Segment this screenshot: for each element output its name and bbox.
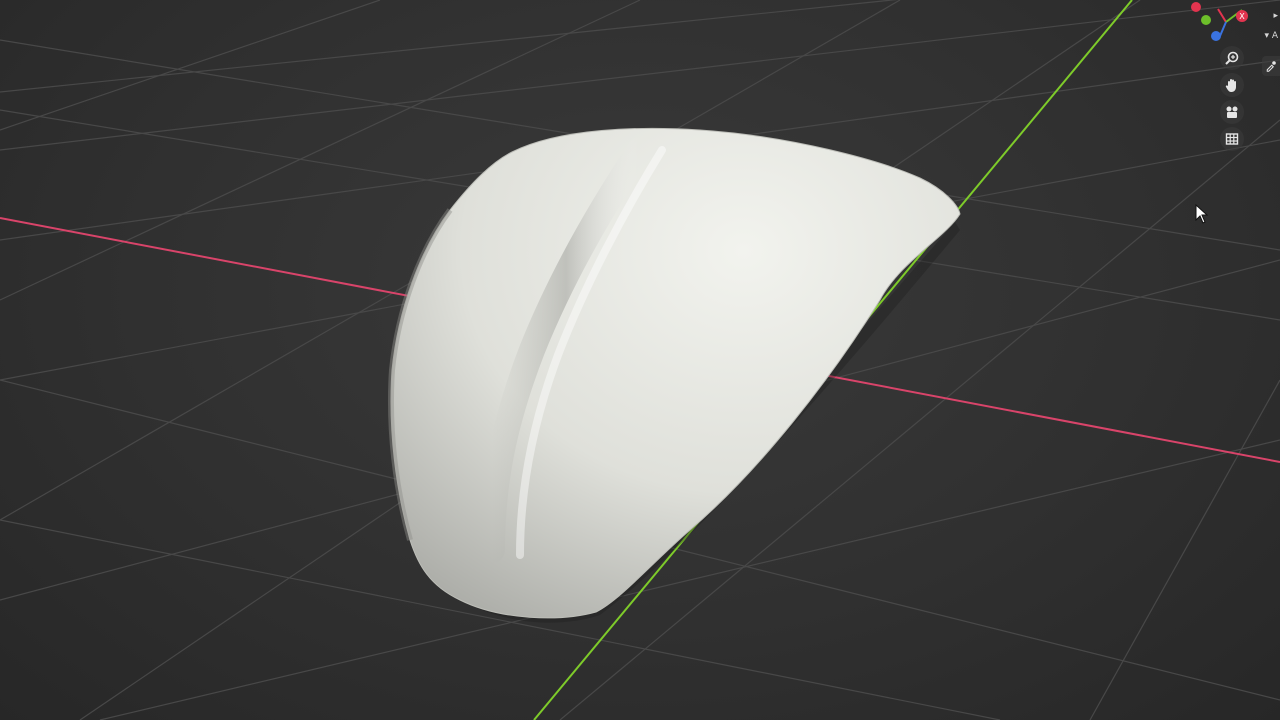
gizmo-x-axis [1217, 8, 1227, 23]
ortho-toggle-button[interactable] [1220, 127, 1244, 151]
grid-line [0, 0, 1280, 151]
sidebar-tab[interactable]: ▾ A [1260, 26, 1280, 46]
grid-ortho-icon [1225, 133, 1239, 145]
viewport-scene[interactable] [0, 0, 1280, 720]
sidebar-tabs[interactable]: ▸ ▾ A [1260, 6, 1280, 46]
3d-viewport[interactable]: X ▸ ▾ A [0, 0, 1280, 720]
gizmo-z-positive-handle [1211, 31, 1221, 41]
gizmo-x-negative-handle [1191, 2, 1201, 12]
gizmo-x-label: X [1239, 12, 1245, 21]
gizmo-z-axis [1219, 21, 1227, 37]
viewport-navigation-tools [1220, 46, 1250, 154]
camera-view-button[interactable] [1220, 100, 1244, 124]
camera-icon [1226, 106, 1238, 118]
grid-line [0, 0, 898, 93]
pan-button[interactable] [1220, 73, 1244, 97]
gizmo-y-positive-handle [1201, 15, 1211, 25]
sidebar-tab[interactable]: ▸ [1260, 6, 1280, 26]
sidebar-tool-button[interactable] [1262, 56, 1280, 76]
zoom-button[interactable] [1220, 46, 1244, 70]
hand-pan-icon [1225, 79, 1236, 92]
grid-line [0, 0, 381, 131]
zoom-icon [1225, 51, 1239, 65]
eyedropper-icon [1266, 61, 1276, 72]
mouse-cursor-icon [1195, 204, 1209, 224]
